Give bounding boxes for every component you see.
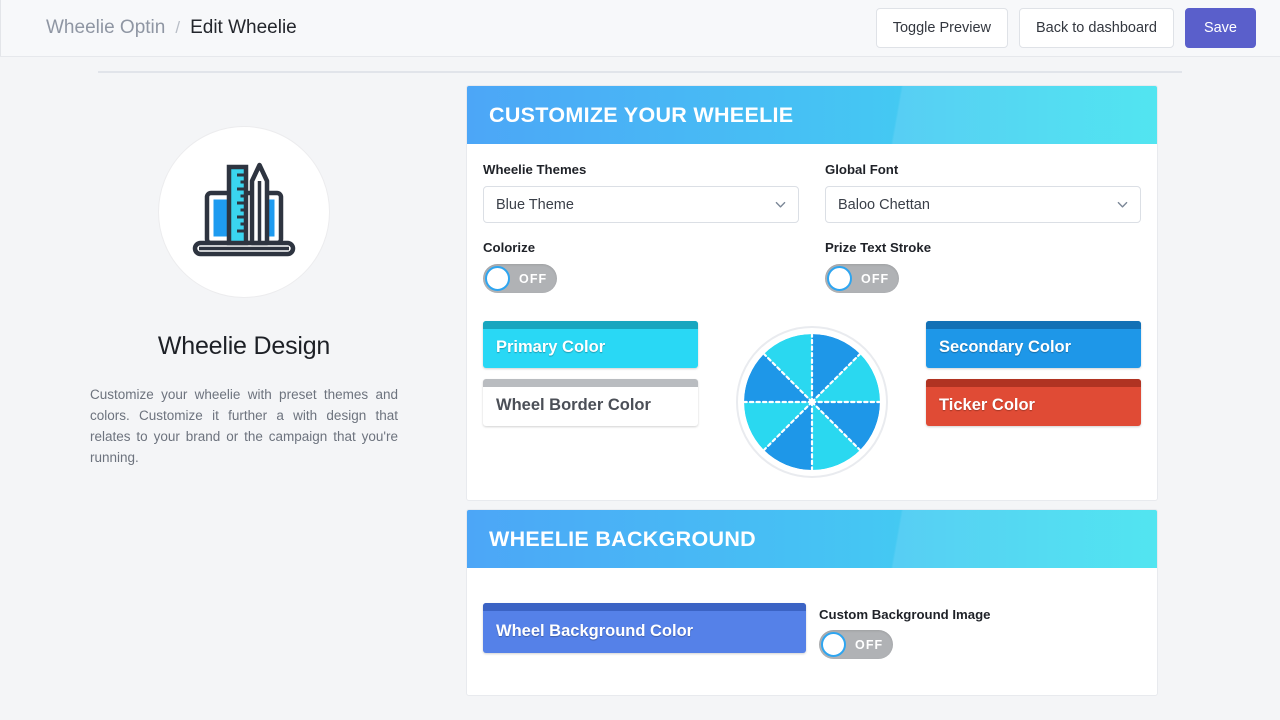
page-title: Wheelie Design	[157, 332, 331, 360]
laptop-ruler-pencil-icon	[192, 162, 296, 257]
settings-panel: CUSTOMIZE YOUR WHEELIE Wheelie Themes Bl…	[466, 85, 1158, 696]
wheelie-themes-value: Blue Theme	[496, 196, 574, 213]
wheel-border-color-button[interactable]: Wheel Border Color	[483, 379, 698, 426]
customize-card-title: CUSTOMIZE YOUR WHEELIE	[489, 102, 794, 127]
left-color-buttons: Primary Color Wheel Border Color	[483, 321, 698, 426]
toggle-preview-button[interactable]: Toggle Preview	[875, 7, 1009, 49]
colorize-label: Colorize	[483, 240, 536, 255]
prize-text-stroke-field: Prize Text Stroke OFF	[812, 240, 1141, 293]
secondary-color-button[interactable]: Secondary Color	[926, 321, 1141, 368]
ticker-color-top-strip	[926, 379, 1141, 387]
font-field: Global Font Baloo Chettan	[812, 162, 1141, 223]
customize-card-body: Wheelie Themes Blue Theme Global Font Ba…	[467, 144, 1157, 500]
prize-text-stroke-label: Prize Text Stroke	[825, 240, 932, 255]
toggle-knob	[827, 266, 852, 291]
design-info-panel: Wheelie Design Customize your wheelie wi…	[0, 85, 420, 469]
wheel-border-color-label: Wheel Border Color	[496, 396, 651, 414]
prize-text-stroke-toggle-state: OFF	[861, 271, 890, 286]
save-button[interactable]: Save	[1184, 7, 1256, 49]
custom-background-image-toggle[interactable]: OFF	[819, 630, 893, 659]
wheel-background-color-field: Wheel Background Color	[483, 603, 806, 653]
themes-field: Wheelie Themes Blue Theme	[483, 162, 812, 223]
page-body: Wheelie Design Customize your wheelie wi…	[0, 57, 1280, 720]
global-font-value: Baloo Chettan	[838, 196, 930, 213]
wheelie-background-card: WHEELIE BACKGROUND Wheel Background Colo…	[466, 509, 1158, 696]
toggle-knob	[821, 632, 846, 657]
breadcrumb: Wheelie Optin / Edit Wheelie	[46, 17, 297, 39]
back-to-dashboard-button[interactable]: Back to dashboard	[1019, 7, 1174, 49]
section-divider	[98, 71, 1182, 73]
wheel-preview-ring	[736, 326, 888, 478]
wheel-border-color-top-strip	[483, 379, 698, 387]
selects-row: Wheelie Themes Blue Theme Global Font Ba…	[483, 162, 1141, 223]
themes-label: Wheelie Themes	[483, 162, 587, 177]
primary-color-button[interactable]: Primary Color	[483, 321, 698, 368]
topbar-left-rule	[0, 0, 1, 56]
custom-background-image-label: Custom Background Image	[819, 607, 991, 622]
breadcrumb-current-page: Edit Wheelie	[190, 17, 297, 38]
chevron-down-icon	[1117, 201, 1128, 208]
global-font-label: Global Font	[825, 162, 899, 177]
wheel-preview	[698, 321, 926, 478]
wheelie-themes-select[interactable]: Blue Theme	[483, 186, 799, 223]
background-card-body: Wheel Background Color Custom Background…	[467, 568, 1157, 695]
background-settings-row: Wheel Background Color Custom Background…	[483, 586, 1141, 673]
topbar-actions: Toggle Preview Back to dashboard Save	[875, 7, 1256, 49]
ticker-color-label: Ticker Color	[939, 396, 1035, 414]
colors-and-preview-row: Primary Color Wheel Border Color Seconda…	[483, 321, 1141, 478]
secondary-color-top-strip	[926, 321, 1141, 329]
chevron-down-icon	[775, 201, 786, 208]
toggles-row: Colorize OFF Prize Text Stroke OFF	[483, 240, 1141, 293]
breadcrumb-root-link[interactable]: Wheelie Optin	[46, 17, 165, 39]
content-area: Wheelie Design Customize your wheelie wi…	[0, 85, 1280, 696]
secondary-color-label: Secondary Color	[939, 338, 1072, 356]
breadcrumb-separator: /	[175, 18, 181, 37]
page-description: Customize your wheelie with preset theme…	[90, 387, 398, 465]
colorize-field: Colorize OFF	[483, 240, 812, 293]
primary-color-label: Primary Color	[496, 338, 606, 356]
right-color-buttons: Secondary Color Ticker Color	[926, 321, 1141, 426]
colorize-toggle-state: OFF	[519, 271, 548, 286]
wheel-preview-disc	[744, 334, 880, 470]
top-bar: Wheelie Optin / Edit Wheelie Toggle Prev…	[0, 0, 1280, 57]
background-card-title: WHEELIE BACKGROUND	[489, 526, 756, 551]
toggle-knob	[485, 266, 510, 291]
global-font-select[interactable]: Baloo Chettan	[825, 186, 1141, 223]
prize-text-stroke-toggle[interactable]: OFF	[825, 264, 899, 293]
customize-card-header: CUSTOMIZE YOUR WHEELIE	[467, 86, 1157, 144]
background-card-header: WHEELIE BACKGROUND	[467, 510, 1157, 568]
colorize-toggle[interactable]: OFF	[483, 264, 557, 293]
wheel-background-color-top-strip	[483, 603, 806, 611]
wheel-separators	[744, 334, 880, 470]
wheel-segments-icon	[744, 334, 880, 470]
custom-background-image-toggle-state: OFF	[855, 637, 884, 652]
primary-color-top-strip	[483, 321, 698, 329]
custom-background-image-field: Custom Background Image OFF	[819, 603, 990, 659]
wheel-background-color-button[interactable]: Wheel Background Color	[483, 603, 806, 653]
ticker-color-button[interactable]: Ticker Color	[926, 379, 1141, 426]
wheel-background-color-label: Wheel Background Color	[496, 621, 694, 640]
customize-wheelie-card: CUSTOMIZE YOUR WHEELIE Wheelie Themes Bl…	[466, 85, 1158, 501]
design-icon-badge	[158, 126, 330, 298]
